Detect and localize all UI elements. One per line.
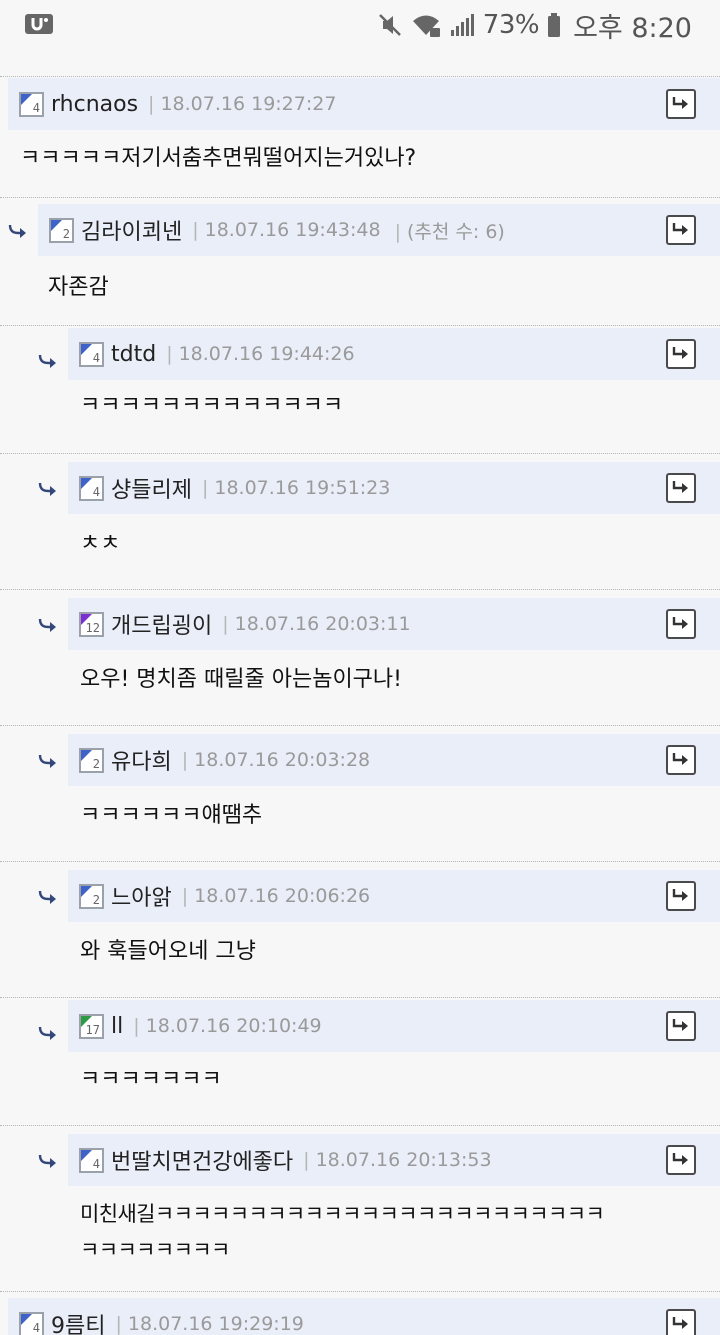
comment-item: 4 샹들리제 | 18.07.16 19:51:23 ㅊㅊ [0,454,720,590]
comment-author[interactable]: tdtd [111,342,156,367]
comment-text: 오우! 명치좀 때릴줄 아는놈이구나! [80,667,402,692]
comment-header: 4 9름티 | 18.07.16 19:29:19 [8,1298,720,1335]
reply-arrow-icon [672,617,688,629]
mute-icon [378,14,401,36]
reply-button[interactable] [666,339,696,369]
comment-date: 18.07.16 19:43:48 [204,219,381,241]
reply-arrow-icon [672,753,688,765]
reply-button[interactable] [666,215,696,245]
comment-author[interactable]: 번딸치면건강에좋다 [111,1144,293,1176]
comment-text: 와 훅들어오네 그냥 [80,939,256,964]
reply-arrow-icon [672,1153,688,1165]
comment-header: 4 샹들리제 | 18.07.16 19:51:23 [68,462,720,514]
reply-indent-icon [38,1026,56,1040]
reply-indent-icon [38,754,56,768]
reply-indent-icon [38,482,56,496]
reply-button[interactable] [666,745,696,775]
reply-indent-icon [8,224,26,238]
reply-indent-icon [38,890,56,904]
battery-percent: 73% [482,10,540,40]
comment-text: ㅊㅊ [80,531,121,556]
comment-date: 18.07.16 19:44:26 [178,343,355,365]
reply-indent-icon [38,618,56,632]
level-icon: 4 [79,341,104,367]
level-icon: 17 [79,1013,104,1039]
reply-arrow-icon [672,481,688,493]
comment-author[interactable]: 샹들리제 [111,472,192,504]
level-icon: 2 [79,747,104,773]
comment-author[interactable]: 개드립굉이 [111,608,212,640]
comment-date: 18.07.16 20:10:49 [145,1015,322,1037]
comment-author[interactable]: 느아앍 [111,880,172,912]
comment-item: 4 번딸치면건강에좋다 | 18.07.16 20:13:53 미친새길ㅋㅋㅋㅋㅋ… [0,1126,720,1292]
clock: 오후 8:20 [573,12,692,44]
comment-text: ㅋㅋㅋㅋㅋㅋㅋ [80,1067,222,1092]
comment-date: 18.07.16 20:03:11 [234,613,411,635]
level-icon: 4 [79,475,104,501]
comment-header: 12 개드립굉이 | 18.07.16 20:03:11 [68,598,720,650]
comment-header: 2 느아앍 | 18.07.16 20:06:26 [68,870,720,922]
comment-item: 2 김라이쾨넨 | 18.07.16 19:43:48 | (추천 수: 6) 자존… [0,198,720,326]
battery-icon [548,13,561,37]
comment-item: 4 rhcnaos | 18.07.16 19:27:27 ㅋㅋㅋㅋㅋ저기서춤추면… [0,77,720,198]
wifi-icon [412,15,440,37]
comment-header: 17 ll | 18.07.16 20:10:49 [68,1000,720,1052]
level-icon: 4 [19,91,44,117]
reply-arrow-icon [672,223,688,235]
comment-item: 4 9름티 | 18.07.16 19:29:19 [0,1292,720,1335]
comment-list: 4 rhcnaos | 18.07.16 19:27:27 ㅋㅋㅋㅋㅋ저기서춤추면… [0,76,720,1335]
recommend-count: (추천 수: 6) [407,220,505,243]
comment-author[interactable]: 유다희 [111,744,172,776]
reply-indent-icon [38,1154,56,1168]
comment-text: 자존감 [48,275,109,300]
level-icon: 2 [79,883,104,909]
comment-author[interactable]: 9름티 [51,1308,105,1335]
comment-text: ㅋㅋㅋㅋㅋㅋ얘땜추 [80,803,263,828]
comment-date: 18.07.16 20:06:26 [194,885,371,907]
comment-date: 18.07.16 19:29:19 [127,1313,304,1335]
comment-item: 2 유다희 | 18.07.16 20:03:28 ㅋㅋㅋㅋㅋㅋ얘땜추 [0,726,720,862]
comment-header: 2 유다희 | 18.07.16 20:03:28 [68,734,720,786]
comment-header: 4 tdtd | 18.07.16 19:44:26 [68,328,720,380]
comment-text: ㅋㅋㅋㅋㅋㅋㅋㅋㅋㅋㅋㅋㅋ [80,393,344,418]
comment-date: 18.07.16 19:27:27 [160,93,337,115]
reply-arrow-icon [672,97,688,109]
comment-item: 12 개드립굉이 | 18.07.16 20:03:11 오우! 명치좀 때릴줄 … [0,590,720,726]
reply-button[interactable] [666,1309,696,1335]
comment-date: 18.07.16 20:03:28 [194,749,371,771]
reply-button[interactable] [666,609,696,639]
comment-author[interactable]: 김라이쾨넨 [81,214,182,246]
app-logo-icon [25,14,53,34]
comment-author[interactable]: ll [111,1014,123,1039]
comment-item: 2 느아앍 | 18.07.16 20:06:26 와 훅들어오네 그냥 [0,862,720,998]
reply-button[interactable] [666,473,696,503]
status-bar: 73% 오후 8:20 [0,0,720,50]
comment-item: 4 tdtd | 18.07.16 19:44:26 ㅋㅋㅋㅋㅋㅋㅋㅋㅋㅋㅋㅋㅋ [0,326,720,454]
comment-date: 18.07.16 20:13:53 [315,1149,492,1171]
comment-header: 2 김라이쾨넨 | 18.07.16 19:43:48 | (추천 수: 6) [38,204,720,256]
reply-arrow-icon [672,889,688,901]
comment-item: 17 ll | 18.07.16 20:10:49 ㅋㅋㅋㅋㅋㅋㅋ [0,998,720,1126]
comment-text-line2: ㅋㅋㅋㅋㅋㅋㅋㅋ [80,1238,230,1262]
comment-author[interactable]: rhcnaos [51,92,138,117]
reply-arrow-icon [672,347,688,359]
comment-date: 18.07.16 19:51:23 [214,477,391,499]
level-icon: 2 [49,217,74,243]
comment-text: ㅋㅋㅋㅋㅋ저기서춤추면뭐떨어지는거있나? [20,146,417,171]
comment-header: 4 번딸치면건강에좋다 | 18.07.16 20:13:53 [68,1134,720,1186]
reply-arrow-icon [672,1019,688,1031]
reply-button[interactable] [666,89,696,119]
reply-arrow-icon [672,1317,688,1329]
reply-button[interactable] [666,1145,696,1175]
reply-indent-icon [38,354,56,368]
reply-button[interactable] [666,881,696,911]
level-icon: 4 [19,1311,44,1335]
reply-button[interactable] [666,1011,696,1041]
signal-icon [450,14,474,36]
level-icon: 12 [79,611,104,637]
comment-text: 미친새길ㅋㅋㅋㅋㅋㅋㅋㅋㅋㅋㅋㅋㅋㅋㅋㅋㅋㅋㅋㅋㅋㅋㅋㅋ [80,1202,605,1226]
level-icon: 4 [79,1147,104,1173]
comment-header: 4 rhcnaos | 18.07.16 19:27:27 [8,78,720,130]
